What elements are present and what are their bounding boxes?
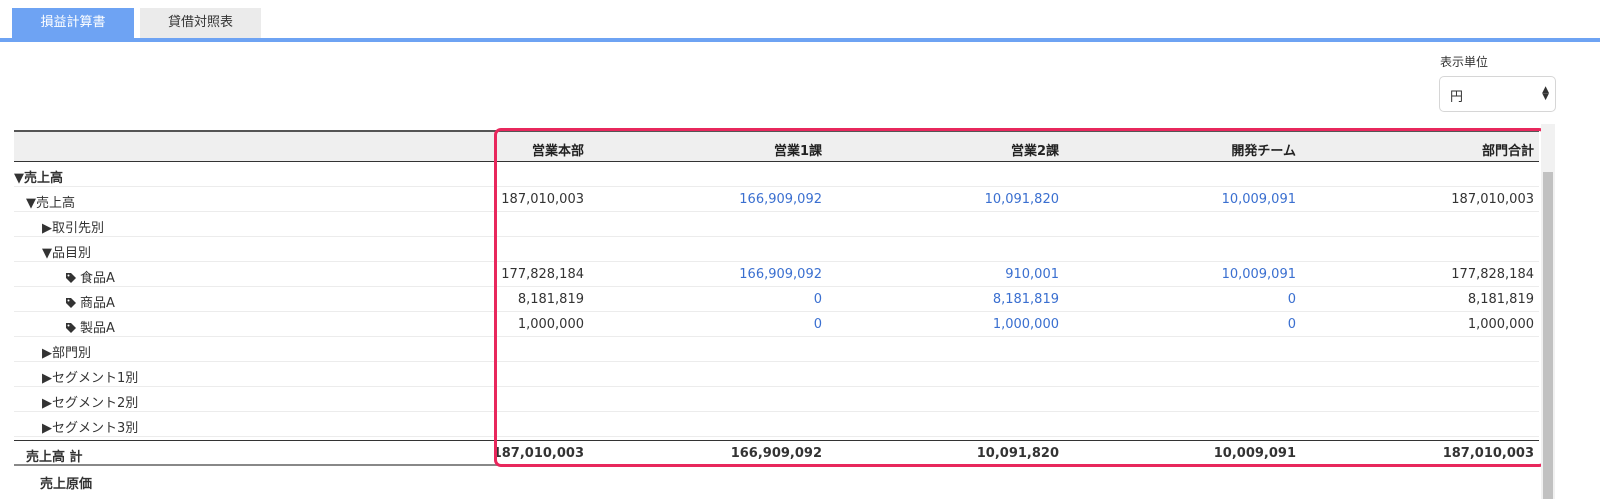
table-row: 食品A 177,828,184 166,909,092 910,001 10,0…: [14, 262, 1539, 287]
cell-link[interactable]: 0: [692, 292, 822, 307]
display-unit-select[interactable]: 円 ▲ ▼: [1439, 76, 1556, 112]
total-value: 10,009,091: [1213, 446, 1296, 461]
cell-value: 8,181,819: [1467, 292, 1534, 307]
row-label[interactable]: ▼品目別: [42, 242, 91, 261]
row-label[interactable]: ▶セグメント1別: [42, 367, 138, 386]
table-row: ▼品目別: [14, 237, 1539, 262]
table-row: ▶部門別: [14, 337, 1539, 362]
total-value: 187,010,003: [1442, 446, 1534, 461]
cell-value: 1,000,000: [517, 317, 584, 332]
column-header: 部門合計: [1481, 144, 1534, 159]
row-label-item: 商品A: [66, 292, 115, 311]
cell-link[interactable]: 8,181,819: [929, 292, 1059, 307]
row-label: 製品A: [80, 321, 115, 336]
cell-link[interactable]: 0: [1166, 317, 1296, 332]
display-unit-value: 円: [1450, 90, 1464, 105]
display-unit-label: 表示単位: [1440, 55, 1489, 69]
column-header: 営業2課: [1010, 144, 1059, 159]
cell-value: 8,181,819: [517, 292, 584, 307]
row-label[interactable]: ▶部門別: [42, 342, 91, 361]
cell-value: 177,828,184: [1451, 267, 1534, 282]
row-label[interactable]: ▶取引先別: [42, 217, 104, 236]
row-label[interactable]: ▶セグメント2別: [42, 392, 138, 411]
column-header: 営業1課: [773, 144, 822, 159]
table-row: ▶取引先別: [14, 212, 1539, 237]
column-header: 営業本部: [531, 144, 584, 159]
total-value: 10,091,820: [976, 446, 1059, 461]
tab-underline: [0, 38, 1600, 42]
table-row: 売上原価: [14, 468, 1539, 493]
tab-profit-loss[interactable]: 損益計算書: [12, 8, 134, 38]
column-header: 開発チーム: [1231, 144, 1296, 159]
report-tabs: 損益計算書 貸借対照表: [0, 0, 1600, 42]
row-label[interactable]: ▼売上高: [26, 192, 75, 211]
scrollbar-thumb[interactable]: [1543, 172, 1553, 499]
table-row: ▶セグメント2別: [14, 387, 1539, 412]
total-value: 166,909,092: [730, 446, 822, 461]
table-header: 営業本部 営業1課 営業2課 開発チーム 部門合計: [14, 130, 1539, 162]
cell-link[interactable]: 10,009,091: [1166, 192, 1296, 207]
cell-link[interactable]: 10,091,820: [929, 192, 1059, 207]
row-label: 食品A: [80, 271, 115, 286]
table-row: ▶セグメント1別: [14, 362, 1539, 387]
table-row: ▶セグメント3別: [14, 412, 1539, 437]
total-value: 187,010,003: [492, 446, 584, 461]
row-label-item: 食品A: [66, 267, 115, 286]
table-row: 製品A 1,000,000 0 1,000,000 0 1,000,000: [14, 312, 1539, 337]
row-label: 売上原価: [40, 477, 93, 492]
cell-link[interactable]: 166,909,092: [692, 267, 822, 282]
cell-value: 177,828,184: [501, 267, 584, 282]
row-label[interactable]: ▶セグメント3別: [42, 417, 138, 436]
row-label[interactable]: ▼売上高: [14, 167, 63, 186]
tag-icon: [66, 298, 76, 308]
cell-link[interactable]: 10,009,091: [1166, 267, 1296, 282]
table-row: ▼売上高: [14, 162, 1539, 187]
row-label: 商品A: [80, 296, 115, 311]
table-row: 商品A 8,181,819 0 8,181,819 0 8,181,819: [14, 287, 1539, 312]
row-label-item: 製品A: [66, 317, 115, 336]
total-row: 売上高 計 187,010,003 166,909,092 10,091,820…: [14, 440, 1539, 466]
tag-icon: [66, 273, 76, 283]
cell-link[interactable]: 0: [692, 317, 822, 332]
cell-value: 187,010,003: [1451, 192, 1534, 207]
cell-value: 1,000,000: [1467, 317, 1534, 332]
cell-link[interactable]: 910,001: [929, 267, 1059, 282]
cell-link[interactable]: 1,000,000: [929, 317, 1059, 332]
tag-icon: [66, 323, 76, 333]
tab-balance-sheet[interactable]: 貸借対照表: [140, 8, 261, 38]
table-row: ▼売上高 187,010,003 166,909,092 10,091,820 …: [14, 187, 1539, 212]
cell-link[interactable]: 166,909,092: [692, 192, 822, 207]
total-label: 売上高 計: [26, 450, 83, 465]
cell-value: 187,010,003: [501, 192, 584, 207]
cell-link[interactable]: 0: [1166, 292, 1296, 307]
select-arrows-icon: ▲ ▼: [1542, 85, 1549, 102]
